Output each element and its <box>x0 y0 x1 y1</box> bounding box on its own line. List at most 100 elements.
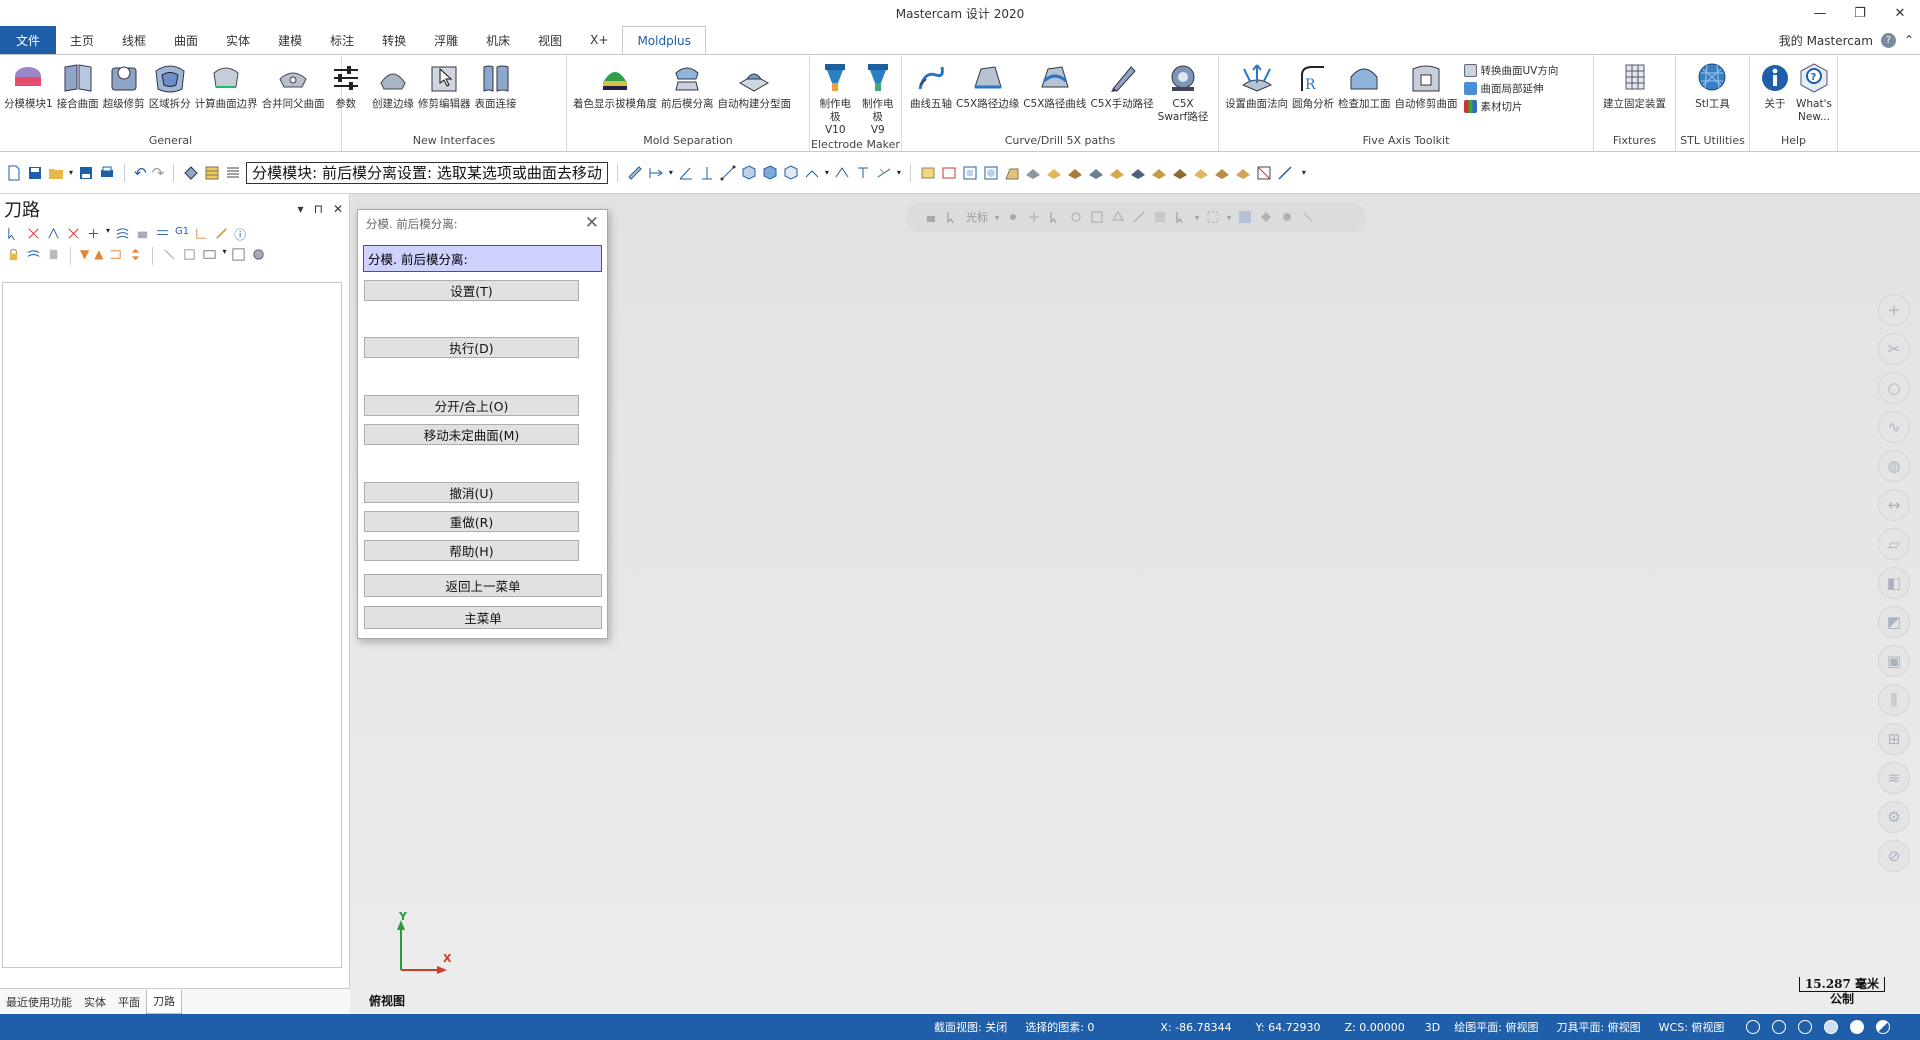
region-split-button[interactable]: 区域拆分 <box>147 61 193 111</box>
tab-home[interactable]: 主页 <box>56 26 108 54</box>
my-mastercam-link[interactable]: 我的 Mastercam <box>1779 32 1873 49</box>
tab-toolpaths-panel[interactable]: 刀路 <box>146 989 182 1014</box>
lock-selection-icon[interactable] <box>924 210 938 224</box>
section-view-status[interactable]: 截面视图: 关闭 <box>934 1019 1007 1035</box>
shade-8-icon[interactable] <box>1172 165 1188 181</box>
dimension-icon[interactable] <box>648 165 664 181</box>
create-fixture-button[interactable]: 建立固定装置 <box>1601 61 1668 111</box>
auto-trim-surface-button[interactable]: 自动修剪曲面 <box>1393 61 1460 111</box>
electrode-v10-button[interactable]: 制作电极 V10 <box>814 61 857 137</box>
deselect-ops-icon[interactable] <box>26 226 41 241</box>
wand-icon[interactable] <box>214 226 229 241</box>
solid-sphere-icon[interactable] <box>1850 1020 1865 1034</box>
line-icon[interactable] <box>720 165 736 181</box>
new-file-icon[interactable] <box>6 165 22 181</box>
open-folder-icon[interactable] <box>48 165 64 181</box>
create-edge-button[interactable]: 创建边缘 <box>370 61 416 111</box>
c5x-swarf-path-button[interactable]: C5X Swarf路径 <box>1156 61 1211 124</box>
stl-tools-button[interactable]: Stl工具 <box>1693 61 1732 111</box>
verify-select-icon[interactable] <box>1238 210 1252 224</box>
shade-5-icon[interactable] <box>1109 165 1125 181</box>
minimize-button[interactable]: — <box>1800 0 1840 26</box>
toggle-display-icon[interactable] <box>26 247 41 262</box>
snap-icon[interactable] <box>804 165 820 181</box>
insert-arrow-icon[interactable] <box>108 247 123 262</box>
circle-icon[interactable]: ○ <box>1878 372 1910 404</box>
undo-button[interactable]: 撤消(U) <box>364 482 579 503</box>
shade-1-icon[interactable] <box>1025 165 1041 181</box>
set-surface-normal-button[interactable]: 设置曲面法向 <box>1223 61 1290 111</box>
tab-file[interactable]: 文件 <box>0 26 56 54</box>
settings-button[interactable]: 设置(T) <box>364 280 579 301</box>
save-as-icon[interactable] <box>78 165 94 181</box>
window-select-icon[interactable] <box>1090 210 1104 224</box>
restore-button[interactable]: ❐ <box>1840 0 1880 26</box>
operations-tree[interactable] <box>2 282 342 968</box>
c5x-manual-path-button[interactable]: C5X手动路径 <box>1088 61 1155 111</box>
tab-model[interactable]: 建模 <box>264 26 316 54</box>
close-icon[interactable]: ✕ <box>585 213 599 233</box>
measure-icon[interactable] <box>627 165 643 181</box>
tab-wireframe[interactable]: 线框 <box>108 26 160 54</box>
trim-editor-button[interactable]: 修剪编辑器 <box>416 61 473 111</box>
select-arrow-icon[interactable] <box>1048 210 1062 224</box>
panel-pin-icon[interactable]: ⊓ <box>314 202 323 216</box>
collapse-ribbon-icon[interactable]: ⌃ <box>1904 33 1914 47</box>
angle-icon[interactable] <box>678 165 694 181</box>
verify-icon[interactable] <box>135 226 150 241</box>
add-icon[interactable] <box>1027 210 1041 224</box>
layers-icon[interactable]: ≋ <box>1878 762 1910 794</box>
tab-solids-panel[interactable]: 实体 <box>78 990 112 1014</box>
regen-all-icon[interactable] <box>46 226 61 241</box>
shade-11-icon[interactable] <box>1235 165 1251 181</box>
tab-relief[interactable]: 浮雕 <box>420 26 472 54</box>
snap-dropdown-icon[interactable]: ▾ <box>825 168 829 177</box>
tab-transform[interactable]: 转换 <box>368 26 420 54</box>
frame-icon[interactable] <box>962 165 978 181</box>
curve-icon[interactable]: ∿ <box>1878 411 1910 443</box>
execute-button[interactable]: 执行(D) <box>364 337 579 358</box>
rect-select-icon[interactable] <box>920 165 936 181</box>
cube-icon[interactable] <box>741 164 757 181</box>
select-dropdown-icon[interactable]: ▾ <box>1195 213 1199 222</box>
c5x-curve-path-button[interactable]: C5X路径曲线 <box>1021 61 1088 111</box>
shade-3-icon[interactable] <box>1067 165 1083 181</box>
circle-frame-icon[interactable] <box>983 165 999 181</box>
surface-boundary-button[interactable]: 计算曲面边界 <box>193 61 260 111</box>
select-all-ops-icon[interactable] <box>6 226 21 241</box>
wcs-status[interactable]: WCS: 俯视图 <box>1659 1019 1725 1035</box>
auto-parting-surface-button[interactable]: 自动构建分型面 <box>716 61 794 111</box>
paint-icon[interactable]: ▣ <box>1878 645 1910 677</box>
ruler-icon[interactable]: ▱ <box>1878 528 1910 560</box>
print-icon[interactable] <box>99 165 115 181</box>
tab-moldplus[interactable]: Moldplus <box>622 26 706 54</box>
offset-dropdown-icon[interactable]: ▾ <box>897 168 901 177</box>
panel-menu-icon[interactable]: ▾ <box>298 202 304 216</box>
select-tool-icon[interactable] <box>183 165 199 181</box>
stock-slice-button[interactable]: 素材切片 <box>1463 99 1559 114</box>
electrode-v9-button[interactable]: 制作电极 V9 <box>857 61 900 137</box>
simulate-icon[interactable] <box>86 226 101 241</box>
local-extend-button[interactable]: 曲面局部延伸 <box>1463 81 1559 96</box>
mode-3d-toggle[interactable]: 3D <box>1425 1021 1440 1034</box>
redo-button[interactable]: 重做(R) <box>364 511 579 532</box>
clear-mask-icon[interactable] <box>1301 210 1315 224</box>
cursor-icon[interactable] <box>945 210 959 224</box>
all-dropdown-icon[interactable]: ▾ <box>1227 213 1231 222</box>
tab-surfaces[interactable]: 曲面 <box>160 26 212 54</box>
post-icon[interactable] <box>155 226 170 241</box>
c5x-edge-path-button[interactable]: C5X路径边缘 <box>954 61 1021 111</box>
cursor-dropdown-icon[interactable]: ▾ <box>995 213 999 222</box>
tab-solids[interactable]: 实体 <box>212 26 264 54</box>
point-icon[interactable] <box>699 165 715 181</box>
check-machining-surface-button[interactable]: 检查加工面 <box>1336 61 1393 111</box>
whats-new-button[interactable]: ? What's New... <box>1794 61 1834 124</box>
lock-icon[interactable] <box>6 247 21 262</box>
split-join-button[interactable]: 分开/合上(O) <box>364 395 579 416</box>
scroll-icon[interactable] <box>162 247 177 262</box>
shade-9-icon[interactable] <box>1193 165 1209 181</box>
tab-view[interactable]: 视图 <box>524 26 576 54</box>
trim-icon[interactable] <box>834 165 850 181</box>
reverse-uv-button[interactable]: 转换曲面UV方向 <box>1463 63 1558 78</box>
settings-ops-icon[interactable] <box>251 247 266 262</box>
